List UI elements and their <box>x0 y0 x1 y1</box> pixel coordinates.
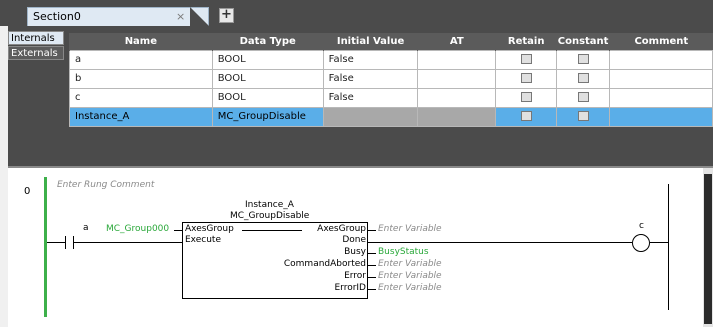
cell-at[interactable] <box>417 68 497 89</box>
column-header-data-type[interactable]: Data Type <box>211 33 324 50</box>
cell-data-type[interactable]: MC_GroupDisable <box>211 106 324 127</box>
cell-comment[interactable] <box>609 68 713 89</box>
column-header-comment[interactable]: Comment <box>609 33 713 50</box>
tab-notch <box>190 7 209 26</box>
cell-comment[interactable] <box>609 87 713 108</box>
cell-at[interactable] <box>417 87 497 108</box>
constant-checkbox[interactable] <box>577 73 589 83</box>
cell-data-type[interactable]: BOOL <box>211 49 324 70</box>
tab-externals[interactable]: Externals <box>8 46 64 60</box>
cell-constant <box>556 68 611 89</box>
cell-initial-value[interactable]: False <box>322 87 419 108</box>
table-row[interactable]: c BOOL False <box>69 87 713 108</box>
variable-table: Name Data Type Initial Value AT Retain C… <box>69 33 713 127</box>
cell-initial-value[interactable]: False <box>322 49 419 70</box>
left-power-rail <box>44 177 47 317</box>
cell-retain <box>495 87 558 108</box>
constant-checkbox[interactable] <box>577 92 589 102</box>
cell-name[interactable]: Instance_A <box>69 106 213 127</box>
fb-output-pin-errorid: ErrorID <box>334 283 366 293</box>
output-wire-axesgroup <box>368 230 376 231</box>
fb-output-pin-error: Error <box>344 271 366 281</box>
column-header-retain[interactable]: Retain <box>495 33 557 50</box>
fb-output-pin-busy: Busy <box>344 247 366 257</box>
table-header-row: Name Data Type Initial Value AT Retain C… <box>69 33 713 50</box>
right-power-rail <box>668 184 669 310</box>
output-wire-error <box>368 277 376 278</box>
output-variable-errorid[interactable]: Enter Variable <box>378 283 442 293</box>
axes-group-input-wire <box>174 230 182 231</box>
output-wire-errorid <box>368 289 376 290</box>
cell-data-type[interactable]: BOOL <box>211 68 324 89</box>
output-wire-busy <box>368 253 376 254</box>
constant-checkbox[interactable] <box>577 54 589 64</box>
close-icon[interactable]: × <box>176 10 185 23</box>
output-variable-error[interactable]: Enter Variable <box>378 271 442 281</box>
fb-output-pin-axesgroup: AxesGroup <box>317 224 366 234</box>
variable-scope-tabs: Internals Externals <box>8 31 64 61</box>
fb-output-pin-done: Done <box>342 235 366 245</box>
column-header-constant[interactable]: Constant <box>556 33 610 50</box>
output-variable-commandaborted[interactable]: Enter Variable <box>378 259 442 269</box>
cell-comment[interactable] <box>609 49 713 70</box>
execute-wire-right <box>74 242 182 243</box>
output-wire-done <box>368 242 632 243</box>
scrollbar-thumb[interactable] <box>704 174 712 324</box>
cell-name[interactable]: a <box>69 49 213 70</box>
rung-number: 0 <box>24 186 31 197</box>
constant-checkbox[interactable] <box>577 111 589 121</box>
output-variable-axesgroup[interactable]: Enter Variable <box>378 224 442 234</box>
cell-at[interactable] <box>417 106 497 127</box>
cell-retain <box>495 49 558 70</box>
axes-group-inout-line <box>242 230 302 231</box>
contact-label[interactable]: a <box>83 223 89 233</box>
table-row[interactable]: b BOOL False <box>69 68 713 89</box>
cell-retain <box>495 106 558 127</box>
axes-group-input-variable[interactable]: MC_Group000 <box>106 224 169 234</box>
output-coil[interactable] <box>632 234 650 252</box>
column-header-at[interactable]: AT <box>417 33 496 50</box>
execute-wire-left <box>47 242 65 243</box>
coil-label[interactable]: c <box>639 221 644 231</box>
cell-data-type[interactable]: BOOL <box>211 87 324 108</box>
cell-name[interactable]: c <box>69 87 213 108</box>
cell-initial-value[interactable] <box>322 106 419 127</box>
output-wire-commandaborted <box>368 265 376 266</box>
cell-at[interactable] <box>417 49 497 70</box>
cell-constant <box>556 106 611 127</box>
retain-checkbox[interactable] <box>520 92 532 102</box>
fb-input-pin-execute: Execute <box>185 235 221 245</box>
output-variable-busy[interactable]: BusyStatus <box>378 247 429 257</box>
retain-checkbox[interactable] <box>520 54 532 64</box>
contact-left-bar <box>65 236 66 249</box>
rung-comment[interactable]: Enter Rung Comment <box>57 180 154 190</box>
fb-type-name: MC_GroupDisable <box>230 211 310 221</box>
retain-checkbox[interactable] <box>520 73 532 83</box>
tab-section0[interactable]: Section0 × <box>27 7 209 26</box>
cell-name[interactable]: b <box>69 68 213 89</box>
column-header-initial-value[interactable]: Initial Value <box>322 33 418 50</box>
fb-input-pin-axesgroup: AxesGroup <box>185 224 234 234</box>
instance-name[interactable]: Instance_A <box>245 200 294 210</box>
cell-retain <box>495 68 558 89</box>
tab-internals[interactable]: Internals <box>8 31 64 45</box>
cell-comment[interactable] <box>609 106 713 127</box>
add-section-button[interactable]: + <box>219 8 234 23</box>
cell-constant <box>556 49 611 70</box>
column-header-name[interactable]: Name <box>69 33 213 50</box>
tab-section0-label: Section0 <box>33 10 81 23</box>
cell-initial-value[interactable]: False <box>322 68 419 89</box>
coil-output-wire <box>650 242 668 243</box>
table-row[interactable]: a BOOL False <box>69 49 713 70</box>
fb-output-pin-commandaborted: CommandAborted <box>283 259 366 269</box>
retain-checkbox[interactable] <box>520 111 532 121</box>
cell-constant <box>556 87 611 108</box>
table-row-selected[interactable]: Instance_A MC_GroupDisable <box>69 106 713 127</box>
